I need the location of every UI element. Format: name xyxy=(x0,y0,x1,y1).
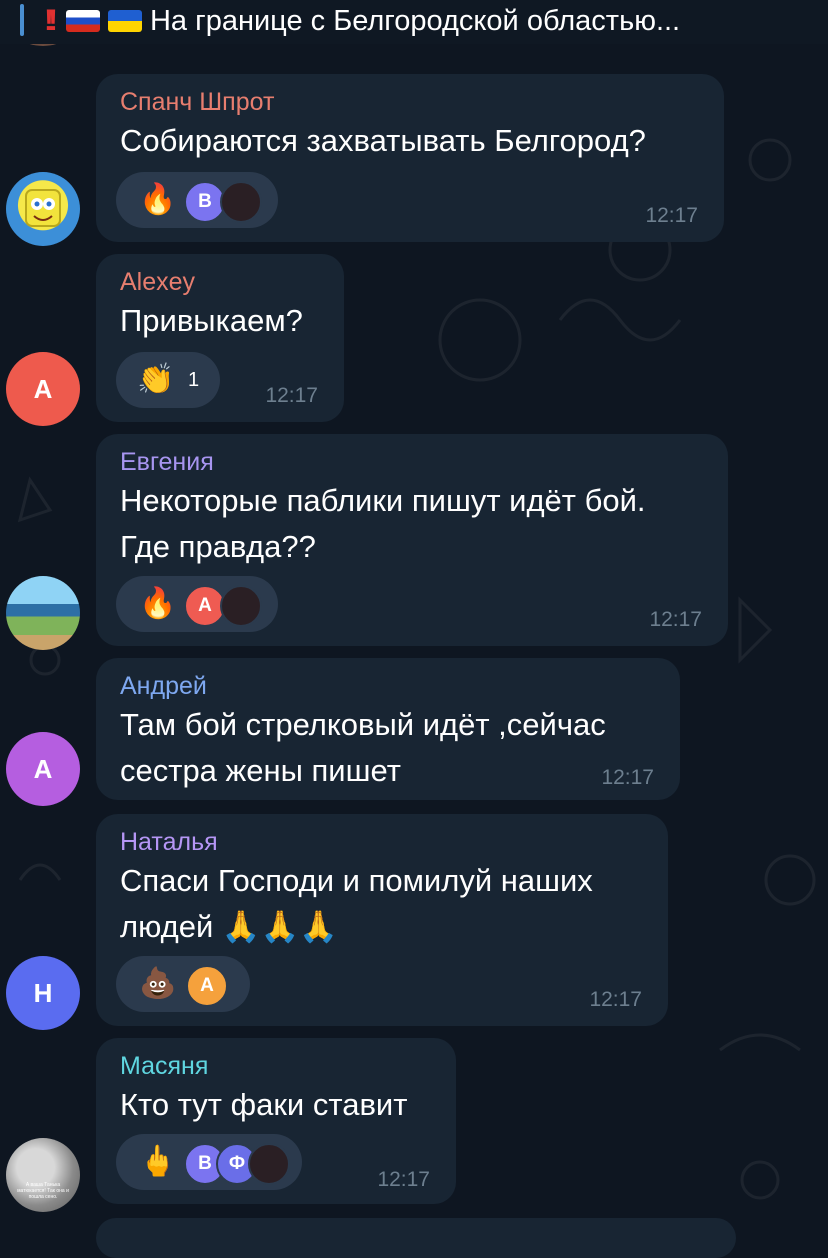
message-author[interactable]: Спанч Шпрот xyxy=(120,88,274,117)
message-time: 12:17 xyxy=(645,204,698,227)
avatar[interactable]: H xyxy=(6,956,80,1030)
message-author[interactable]: Масяня xyxy=(120,1052,208,1081)
fire-icon: 🔥 xyxy=(139,587,177,620)
message-bubble[interactable]: Евгения Некоторые паблики пишут идёт бой… xyxy=(96,434,728,646)
pinned-message-bar[interactable]: !! На границе с Белгородской областью... xyxy=(0,0,828,44)
avatar-letter: H xyxy=(33,978,53,1008)
middle-finger-icon: 🖕 xyxy=(139,1145,177,1178)
message-time: 12:17 xyxy=(649,608,702,631)
message-author[interactable]: Alexey xyxy=(120,268,195,297)
message-bubble[interactable]: Спанч Шпрот Собираются захватывать Белго… xyxy=(96,74,724,242)
message-bubble[interactable] xyxy=(96,1218,736,1258)
message-time: 12:17 xyxy=(589,988,642,1011)
reaction-count: 1 xyxy=(188,369,200,391)
photo-avatar-icon[interactable]: А ваша Танька матюкается! Так она и пошл… xyxy=(6,1138,80,1212)
reaction-chip[interactable]: 🔥 B xyxy=(116,172,278,228)
message-author[interactable]: Евгения xyxy=(120,448,214,477)
reaction-chip[interactable]: 🖕 B Ф xyxy=(116,1134,302,1190)
pinned-indicator xyxy=(20,4,24,36)
message-text: Спаси Господи и помилуй наших xyxy=(120,863,593,898)
avatar-letter: A xyxy=(33,754,53,784)
avatar-letter: A xyxy=(33,374,53,404)
ukraine-flag-icon xyxy=(107,10,142,32)
pinned-message-text[interactable]: !! На границе с Белгородской областью... xyxy=(44,4,804,38)
reaction-chip[interactable]: 💩 A xyxy=(116,956,250,1012)
reaction-chip[interactable]: 🔥 A xyxy=(116,576,278,632)
avatar-caption: А ваша Танька матюкается! Так она и пошл… xyxy=(17,1182,69,1200)
message-bubble[interactable]: Alexey Привыкаем? 👏 1 12:17 xyxy=(96,254,344,422)
message-author[interactable]: Наталья xyxy=(120,828,218,857)
reactor-avatar xyxy=(248,1143,290,1185)
message-time: 12:17 xyxy=(601,766,654,789)
message-text: Где правда?? xyxy=(120,529,316,564)
double-exclamation-icon: !! xyxy=(44,4,58,37)
russia-flag-icon xyxy=(65,10,100,32)
message-text: Там бой стрелковый идёт ,сейчас xyxy=(120,707,606,742)
landscape-avatar-icon[interactable] xyxy=(6,576,80,650)
spongebob-face-icon xyxy=(25,189,61,227)
poop-icon: 💩 xyxy=(139,967,177,1000)
message-text: Кто тут факи ставит xyxy=(120,1087,408,1122)
pinned-title: На границе с Белгородской областью... xyxy=(149,5,681,37)
message-time: 12:17 xyxy=(377,1168,430,1191)
avatar[interactable]: A xyxy=(6,732,80,806)
reaction-chip[interactable]: 👏 1 xyxy=(116,352,220,408)
message-text: Привыкаем? xyxy=(120,303,303,338)
spongebob-avatar-icon[interactable] xyxy=(6,172,80,246)
message-bubble[interactable]: Масяня Кто тут факи ставит 🖕 B Ф 12:17 xyxy=(96,1038,456,1204)
reactor-avatar: A xyxy=(186,965,228,1007)
message-text: людей 🙏🙏🙏 xyxy=(120,909,338,944)
message-text: сестра жены пишет xyxy=(120,753,401,788)
fire-icon: 🔥 xyxy=(139,183,177,216)
message-text: Собираются захватывать Белгород? xyxy=(120,123,646,158)
reactor-avatar xyxy=(220,181,262,223)
reactor-avatar xyxy=(220,585,262,627)
clapping-hands-icon: 👏 xyxy=(137,363,175,396)
message-bubble[interactable]: Наталья Спаси Господи и помилуй наших лю… xyxy=(96,814,668,1026)
message-bubble[interactable]: Андрей Там бой стрелковый идёт ,сейчас с… xyxy=(96,658,680,800)
message-time: 12:17 xyxy=(265,384,318,407)
avatar[interactable]: A xyxy=(6,352,80,426)
message-author[interactable]: Андрей xyxy=(120,672,207,701)
message-text: Некоторые паблики пишут идёт бой. xyxy=(120,483,646,518)
